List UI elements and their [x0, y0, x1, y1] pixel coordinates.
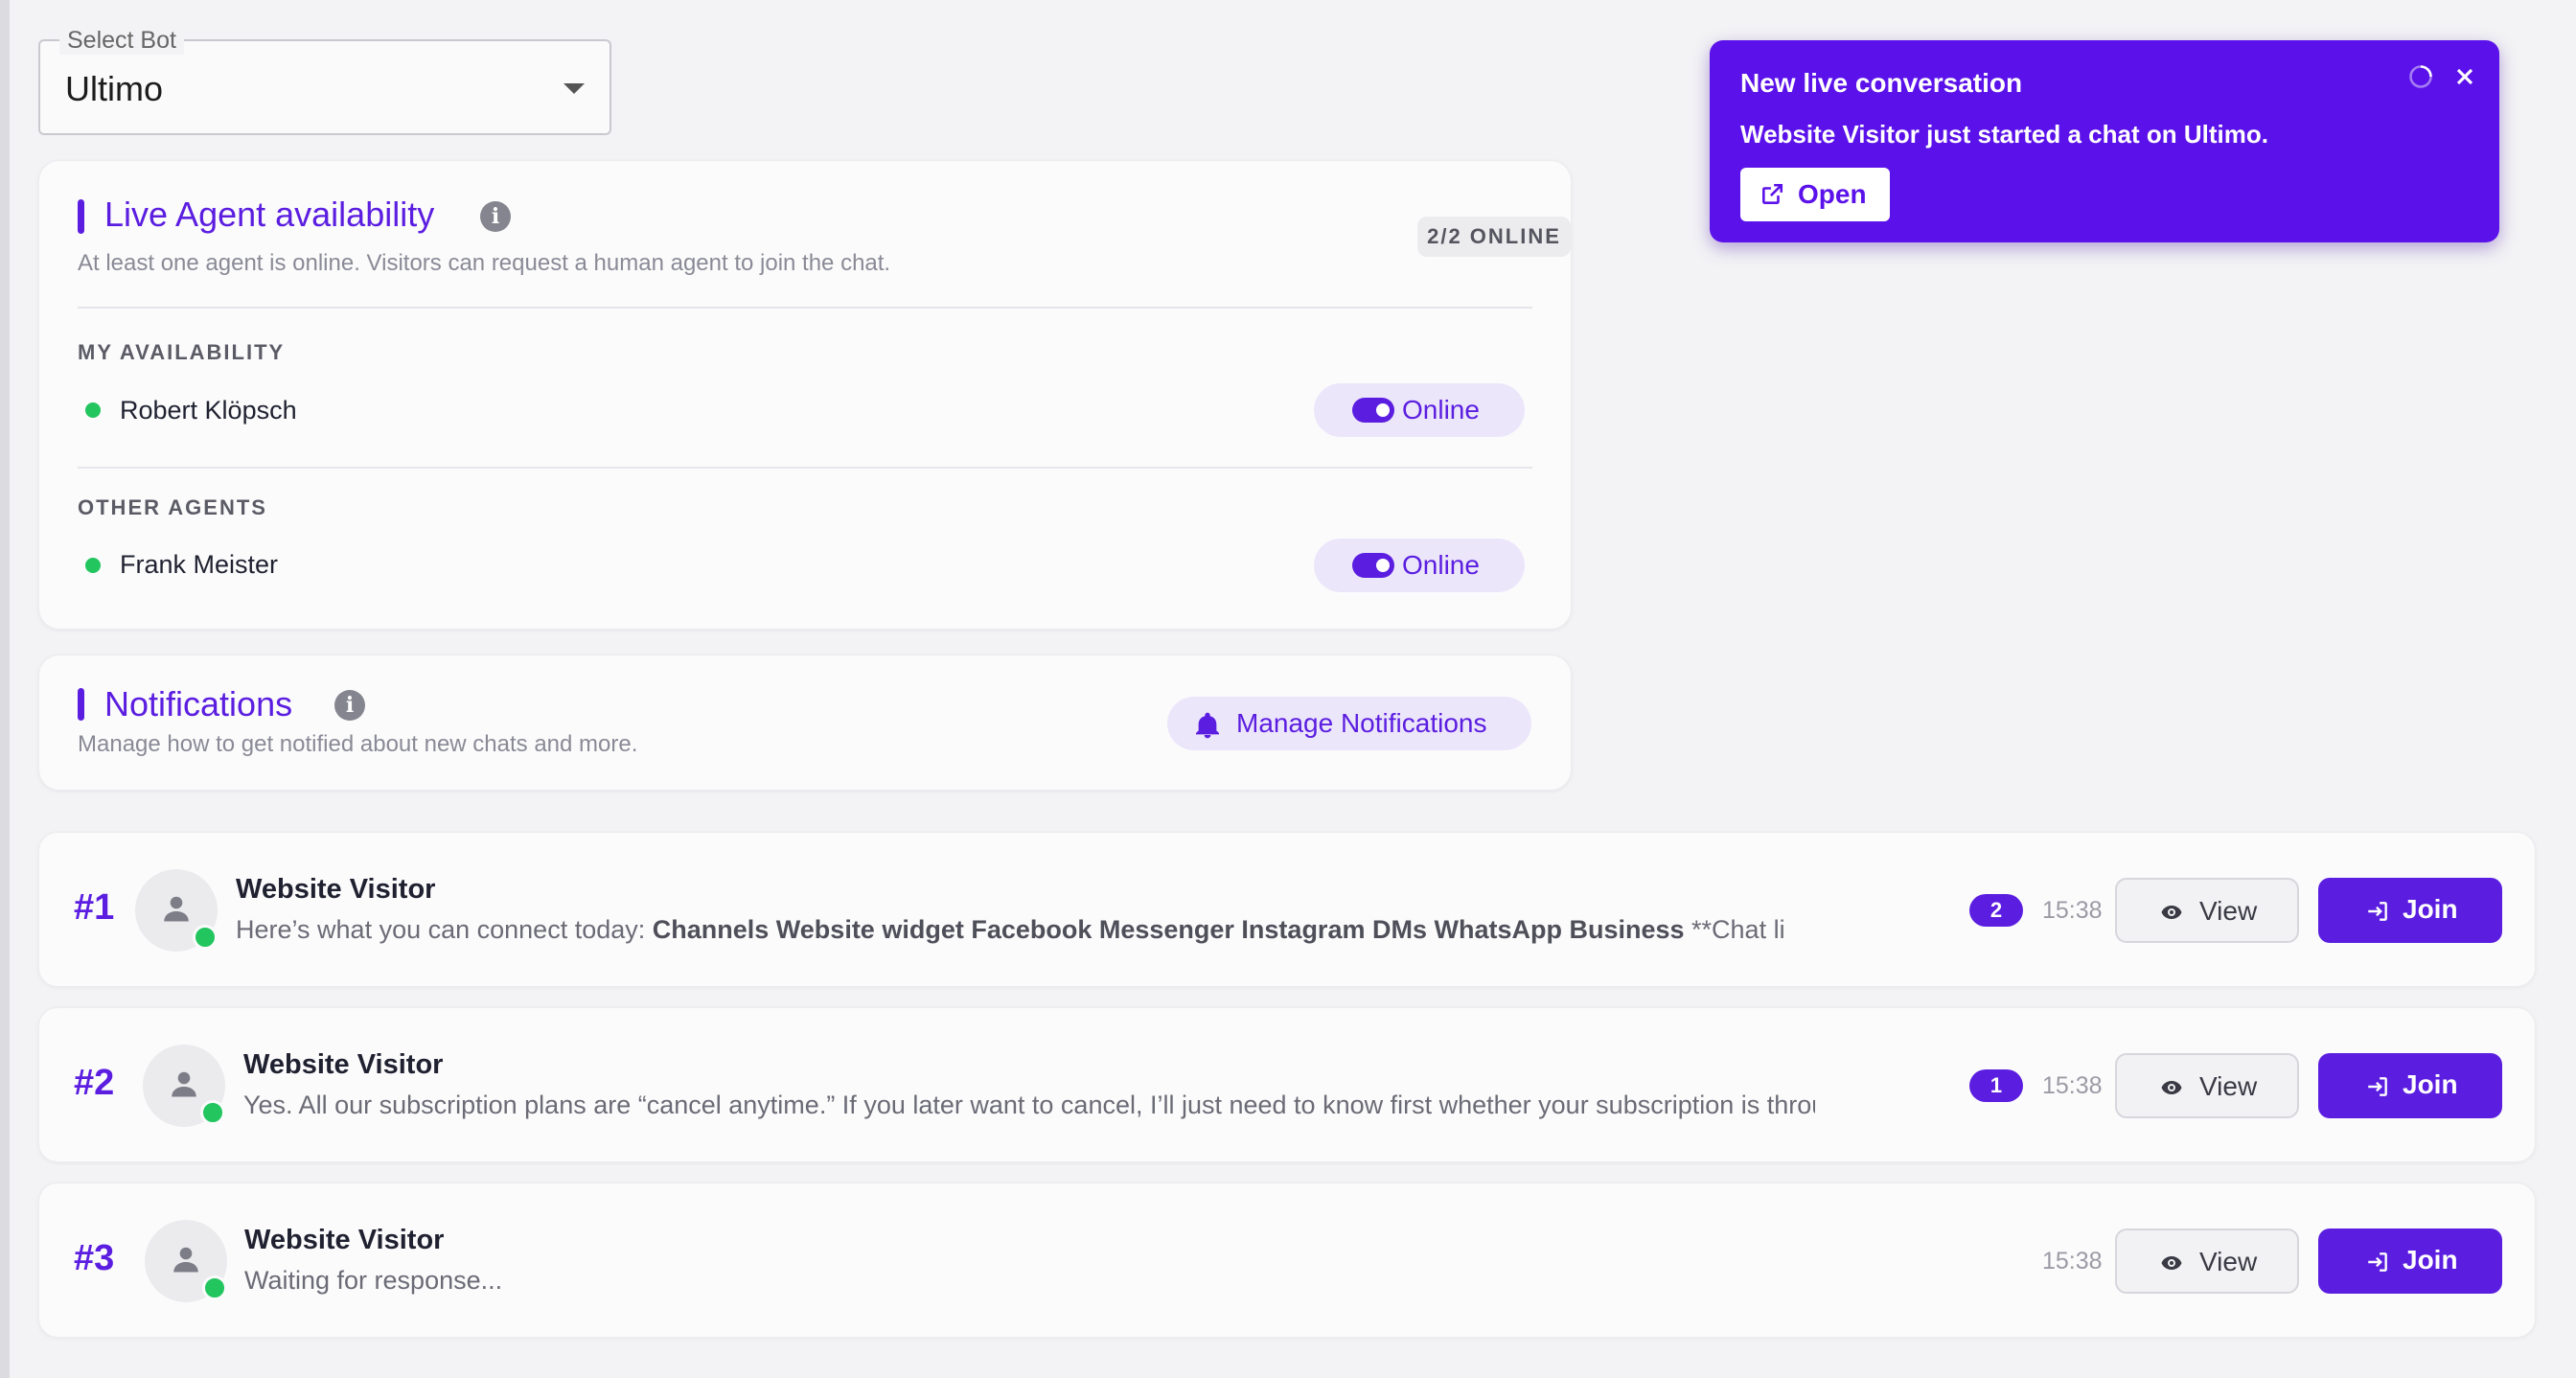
bot-select[interactable]: Select Bot Ultimo [38, 26, 611, 135]
join-label: Join [2403, 894, 2458, 924]
bell-icon [1196, 712, 1219, 739]
join-arrow-icon [2368, 1252, 2387, 1272]
notifications-title: Notifications [104, 684, 293, 723]
my-status-label: Online [1402, 395, 1480, 425]
online-status-dot [85, 402, 101, 418]
chat-number: #2 [74, 1063, 115, 1103]
toast-body: Website Visitor just started a chat on U… [1740, 120, 2268, 149]
manage-notifications-button[interactable]: Manage Notifications [1167, 697, 1531, 750]
toggle-switch-icon [1352, 398, 1394, 423]
bot-select-value: Ultimo [65, 69, 164, 108]
new-conversation-toast: New live conversation Website Visitor ju… [1710, 40, 2499, 242]
toast-open-label: Open [1798, 179, 1867, 209]
view-button[interactable]: View [2115, 1053, 2299, 1118]
toast-open-button[interactable]: Open [1740, 168, 1890, 221]
notifications-card: Notifications i Manage how to get notifi… [38, 655, 1572, 791]
external-link-icon [1762, 183, 1783, 204]
close-icon[interactable] [2451, 63, 2478, 90]
chat-number: #1 [74, 887, 115, 928]
left-edge [0, 0, 10, 1378]
online-status-dot [193, 925, 218, 950]
other-agent-status-toggle[interactable]: Online [1314, 539, 1525, 592]
join-button[interactable]: Join [2318, 1053, 2502, 1118]
info-icon[interactable]: i [334, 690, 365, 721]
join-arrow-icon [2368, 902, 2387, 921]
avatar [135, 869, 218, 952]
chat-preview: Here’s what you can connect today: Chann… [236, 915, 1785, 944]
online-status-dot [202, 1275, 227, 1300]
title-accent-bar [78, 688, 84, 721]
bot-select-label: Select Bot [59, 26, 184, 55]
chat-time: 15:38 [2042, 1248, 2103, 1275]
toast-title: New live conversation [1740, 68, 2023, 98]
eye-icon [2161, 1081, 2182, 1094]
chat-preview-bold: Channels Website widget Facebook Messeng… [652, 915, 1685, 944]
chat-number: #3 [74, 1238, 115, 1278]
chat-visitor-name: Website Visitor [236, 874, 436, 905]
spinner-icon [2409, 65, 2432, 88]
notifications-subtitle: Manage how to get notified about new cha… [78, 731, 638, 757]
user-icon [172, 1071, 196, 1097]
chat-row[interactable]: #3 Website Visitor Waiting for response.… [38, 1183, 2536, 1338]
chevron-down-icon [564, 83, 585, 94]
chat-time: 15:38 [2042, 1072, 2103, 1099]
unread-count-badge: 1 [1969, 1069, 2023, 1102]
view-label: View [2199, 1071, 2258, 1101]
user-icon [173, 1247, 198, 1273]
my-availability-label: MY AVAILABILITY [78, 340, 286, 364]
chat-preview: Yes. All our subscription plans are “can… [243, 1091, 1815, 1119]
availability-card: Live Agent availability i At least one a… [38, 160, 1572, 630]
view-label: View [2199, 896, 2258, 926]
other-agent-status-label: Online [1402, 550, 1480, 580]
join-arrow-icon [2368, 1077, 2387, 1096]
availability-title: Live Agent availability [104, 195, 435, 234]
online-count-badge: 2/2 ONLINE [1417, 217, 1571, 257]
chat-visitor-name: Website Visitor [244, 1225, 445, 1255]
other-agent-name: Frank Meister [120, 550, 279, 579]
other-agents-label: OTHER AGENTS [78, 495, 267, 519]
chat-time: 15:38 [2042, 897, 2103, 924]
chat-row[interactable]: #1 Website Visitor Here’s what you can c… [38, 832, 2536, 987]
join-label: Join [2403, 1069, 2458, 1099]
avatar [145, 1220, 227, 1302]
chat-preview: Waiting for response... [244, 1266, 503, 1295]
eye-icon [2161, 1256, 2182, 1270]
divider [78, 467, 1532, 469]
info-icon[interactable]: i [480, 201, 511, 232]
view-label: View [2199, 1247, 2258, 1276]
toggle-switch-icon [1352, 553, 1394, 578]
avatar [143, 1045, 225, 1127]
my-agent-name: Robert Klöpsch [120, 396, 297, 425]
divider [78, 307, 1532, 309]
online-status-dot [85, 558, 101, 573]
join-label: Join [2403, 1245, 2458, 1275]
manage-notifications-label: Manage Notifications [1236, 708, 1487, 738]
title-accent-bar [78, 199, 84, 234]
chat-visitor-name: Website Visitor [243, 1049, 444, 1080]
view-button[interactable]: View [2115, 878, 2299, 943]
online-status-dot [200, 1100, 225, 1125]
view-button[interactable]: View [2115, 1229, 2299, 1294]
chat-row[interactable]: #2 Website Visitor Yes. All our subscrip… [38, 1007, 2536, 1162]
unread-count-badge: 2 [1969, 894, 2023, 927]
availability-subtitle: At least one agent is online. Visitors c… [78, 250, 891, 276]
join-button[interactable]: Join [2318, 878, 2502, 943]
user-icon [164, 896, 189, 922]
eye-icon [2161, 906, 2182, 919]
my-status-toggle[interactable]: Online [1314, 383, 1525, 437]
join-button[interactable]: Join [2318, 1229, 2502, 1294]
